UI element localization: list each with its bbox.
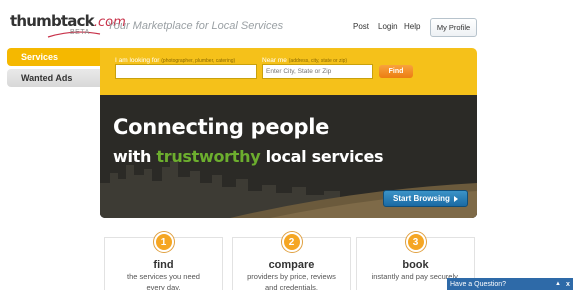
search-bar: I am looking for (photographer, plumber,…: [100, 48, 477, 95]
my-profile-button[interactable]: My Profile: [430, 18, 477, 37]
step-description: the services you need every day.: [105, 271, 222, 290]
step-description-line2: every day.: [146, 283, 181, 290]
location-search-input[interactable]: [262, 64, 373, 79]
hero-headline-line1: Connecting people: [113, 115, 330, 139]
minimize-icon[interactable]: ▲: [553, 281, 563, 287]
hero-banner: Connecting people with trustworthy local…: [100, 95, 477, 218]
step-number-badge: 3: [405, 232, 426, 252]
hero-headline-highlight: trustworthy: [156, 147, 261, 166]
step-description-line1: the services you need: [127, 272, 200, 281]
close-icon[interactable]: x: [563, 281, 573, 288]
logo-name: thumbtack: [10, 12, 95, 30]
step-card-find: 1 find the services you need every day.: [104, 232, 223, 290]
step-description-line2: and credentials.: [265, 283, 318, 290]
nav-post-link[interactable]: Post: [353, 22, 369, 31]
service-search-input[interactable]: [115, 64, 257, 79]
start-browsing-label: Start Browsing: [393, 194, 450, 203]
find-button[interactable]: Find: [379, 65, 413, 78]
hero-headline-post: local services: [260, 147, 384, 166]
hero-headline-pre: with: [113, 147, 157, 166]
step-number-badge: 1: [153, 232, 174, 252]
location-search-label: Near me (address, city, state or zip): [262, 57, 347, 64]
step-card-compare: 2 compare providers by price, reviews an…: [232, 232, 351, 290]
step-title: find: [153, 259, 174, 271]
location-search-label-text: Near me: [262, 57, 287, 64]
question-chat-bar[interactable]: Have a Question? ▲ x: [447, 278, 573, 290]
logo-beta: BETA: [70, 29, 90, 36]
nav-help-link[interactable]: Help: [404, 22, 420, 31]
tab-wanted-ads-label: Wanted Ads: [21, 73, 73, 83]
step-title: book: [402, 259, 429, 271]
site-logo[interactable]: thumbtack.com BETA: [10, 12, 126, 40]
tab-services-label: Services: [21, 52, 59, 62]
step-title: compare: [268, 259, 315, 271]
hero-headline-line2: with trustworthy local services: [113, 147, 384, 166]
step-number-badge: 2: [281, 232, 302, 252]
nav-login-link[interactable]: Login: [378, 22, 398, 31]
arrow-right-icon: [453, 195, 458, 202]
service-search-label: I am looking for (photographer, plumber,…: [115, 57, 235, 64]
step-description-line1: providers by price, reviews: [247, 272, 336, 281]
page: thumbtack.com BETA Your Marketplace for …: [0, 0, 573, 290]
step-description: providers by price, reviews and credenti…: [233, 271, 350, 290]
tab-services[interactable]: Services: [7, 48, 100, 66]
site-tagline: Your Marketplace for Local Services: [107, 20, 284, 32]
service-search-label-text: I am looking for: [115, 57, 160, 64]
tab-wanted-ads[interactable]: Wanted Ads: [7, 69, 100, 87]
start-browsing-button[interactable]: Start Browsing: [383, 190, 468, 207]
question-bar-title[interactable]: Have a Question?: [450, 281, 553, 288]
